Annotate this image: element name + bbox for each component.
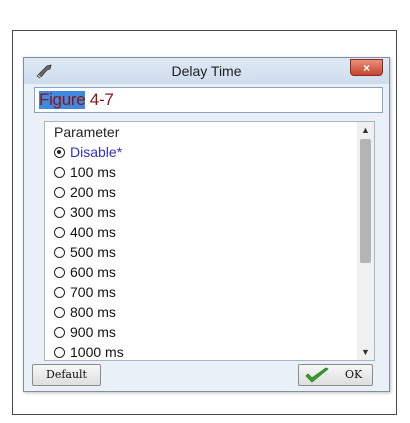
radio-icon[interactable] xyxy=(54,207,65,218)
delay-time-dialog: Delay Time × Figure 4-7 Parameter Disabl… xyxy=(23,57,390,392)
list-item[interactable]: 900 ms xyxy=(54,322,116,342)
checkmark-icon xyxy=(305,367,329,383)
scroll-thumb[interactable] xyxy=(360,139,371,263)
ok-label: OK xyxy=(345,368,363,381)
figure-field[interactable]: Figure 4-7 xyxy=(34,87,383,113)
radio-icon[interactable] xyxy=(54,167,65,178)
list-item[interactable]: 100 ms xyxy=(54,162,116,182)
scroll-up-icon[interactable]: ▲ xyxy=(357,122,374,138)
radio-icon[interactable] xyxy=(54,147,65,158)
list-item[interactable]: 1000 ms xyxy=(54,342,124,360)
list-item-label: 500 ms xyxy=(70,244,116,260)
list-item-label: 300 ms xyxy=(70,204,116,220)
list-item-label: 400 ms xyxy=(70,224,116,240)
figure-label: Figure 4-7 xyxy=(39,90,114,109)
radio-icon[interactable] xyxy=(54,227,65,238)
list-header: Parameter xyxy=(54,124,120,140)
ok-button[interactable]: OK xyxy=(298,364,373,386)
list-item[interactable]: 300 ms xyxy=(54,202,116,222)
list-item[interactable]: 400 ms xyxy=(54,222,116,242)
list-item-label: 1000 ms xyxy=(70,344,124,360)
list-item-label: Disable* xyxy=(70,144,123,160)
list-item[interactable]: 600 ms xyxy=(54,262,116,282)
dialog-title: Delay Time xyxy=(171,63,242,79)
close-button[interactable]: × xyxy=(350,59,383,76)
default-button[interactable]: Default xyxy=(32,364,101,386)
radio-icon[interactable] xyxy=(54,347,65,358)
scrollbar[interactable]: ▲ ▼ xyxy=(357,122,374,360)
list-item[interactable]: 500 ms xyxy=(54,242,116,262)
radio-icon[interactable] xyxy=(54,267,65,278)
list-item[interactable]: 700 ms xyxy=(54,282,116,302)
close-icon: × xyxy=(362,61,370,75)
radio-icon[interactable] xyxy=(54,307,65,318)
scroll-down-icon[interactable]: ▼ xyxy=(357,344,374,360)
list-item-label: 200 ms xyxy=(70,184,116,200)
title-bar[interactable]: Delay Time × xyxy=(24,58,389,84)
list-item[interactable]: 800 ms xyxy=(54,302,116,322)
radio-icon[interactable] xyxy=(54,327,65,338)
list-item-label: 700 ms xyxy=(70,284,116,300)
radio-icon[interactable] xyxy=(54,187,65,198)
list-item-label: 900 ms xyxy=(70,324,116,340)
list-item[interactable]: Disable* xyxy=(54,142,122,162)
radio-icon[interactable] xyxy=(54,287,65,298)
parameter-list[interactable]: Parameter Disable* 100 ms 200 ms 300 ms 400 … xyxy=(44,121,375,361)
list-item[interactable]: 200 ms xyxy=(54,182,116,202)
list-item-label: 100 ms xyxy=(70,164,116,180)
list-item-label: 800 ms xyxy=(70,304,116,320)
list-item-label: 600 ms xyxy=(70,264,116,280)
radio-icon[interactable] xyxy=(54,247,65,258)
